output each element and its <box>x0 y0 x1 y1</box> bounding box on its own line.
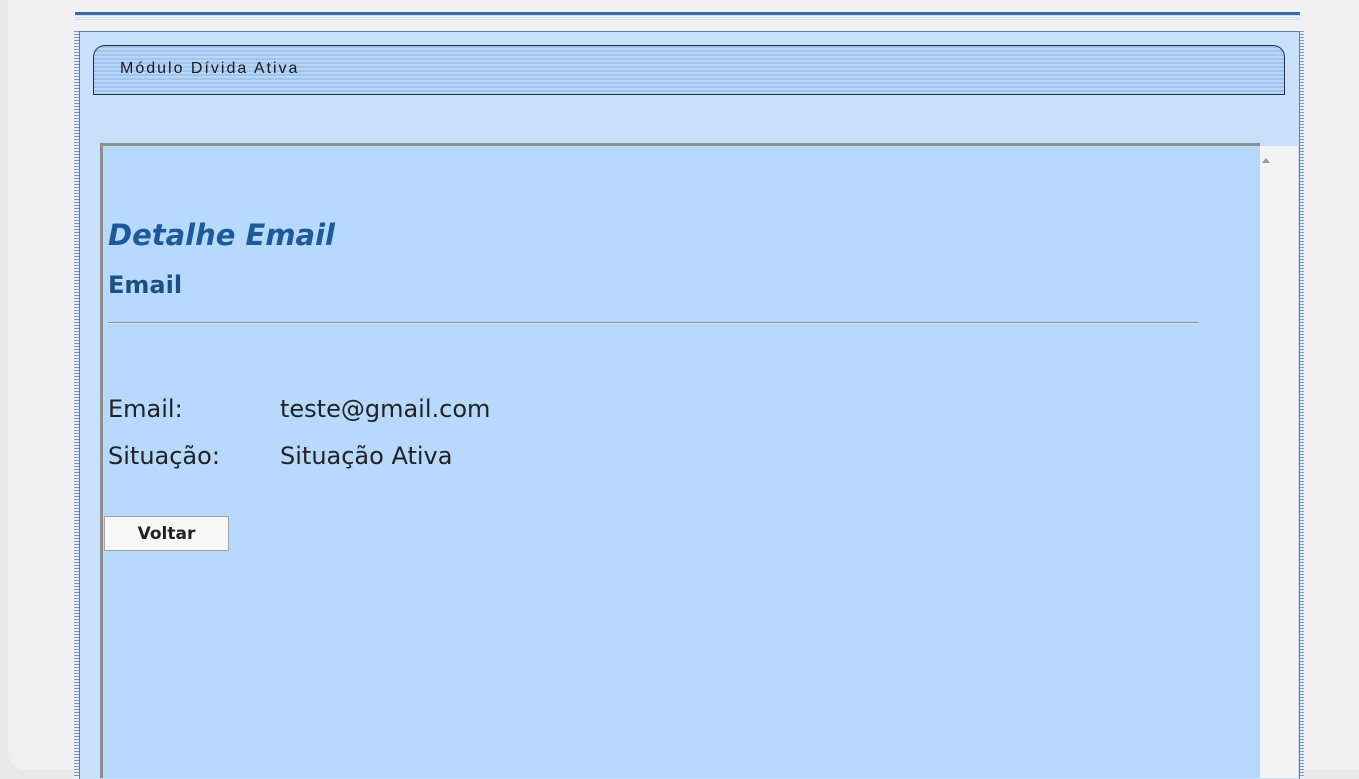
scrollbar-track[interactable] <box>1260 146 1298 778</box>
top-accent-stripes <box>75 15 1300 20</box>
section-divider <box>108 322 1199 324</box>
back-button[interactable]: Voltar <box>104 516 229 551</box>
situacao-value: Situação Ativa <box>280 442 453 470</box>
module-title: Módulo Dívida Ativa <box>120 60 300 77</box>
scroll-up-arrow-icon[interactable] <box>1262 158 1270 163</box>
situacao-label: Situação: <box>108 442 220 470</box>
module-tab: Módulo Dívida Ativa <box>93 45 1285 95</box>
page-title: Detalhe Email <box>108 218 336 252</box>
page-subtitle: Email <box>108 271 183 299</box>
email-label: Email: <box>108 395 183 423</box>
email-value: teste@gmail.com <box>280 395 491 423</box>
